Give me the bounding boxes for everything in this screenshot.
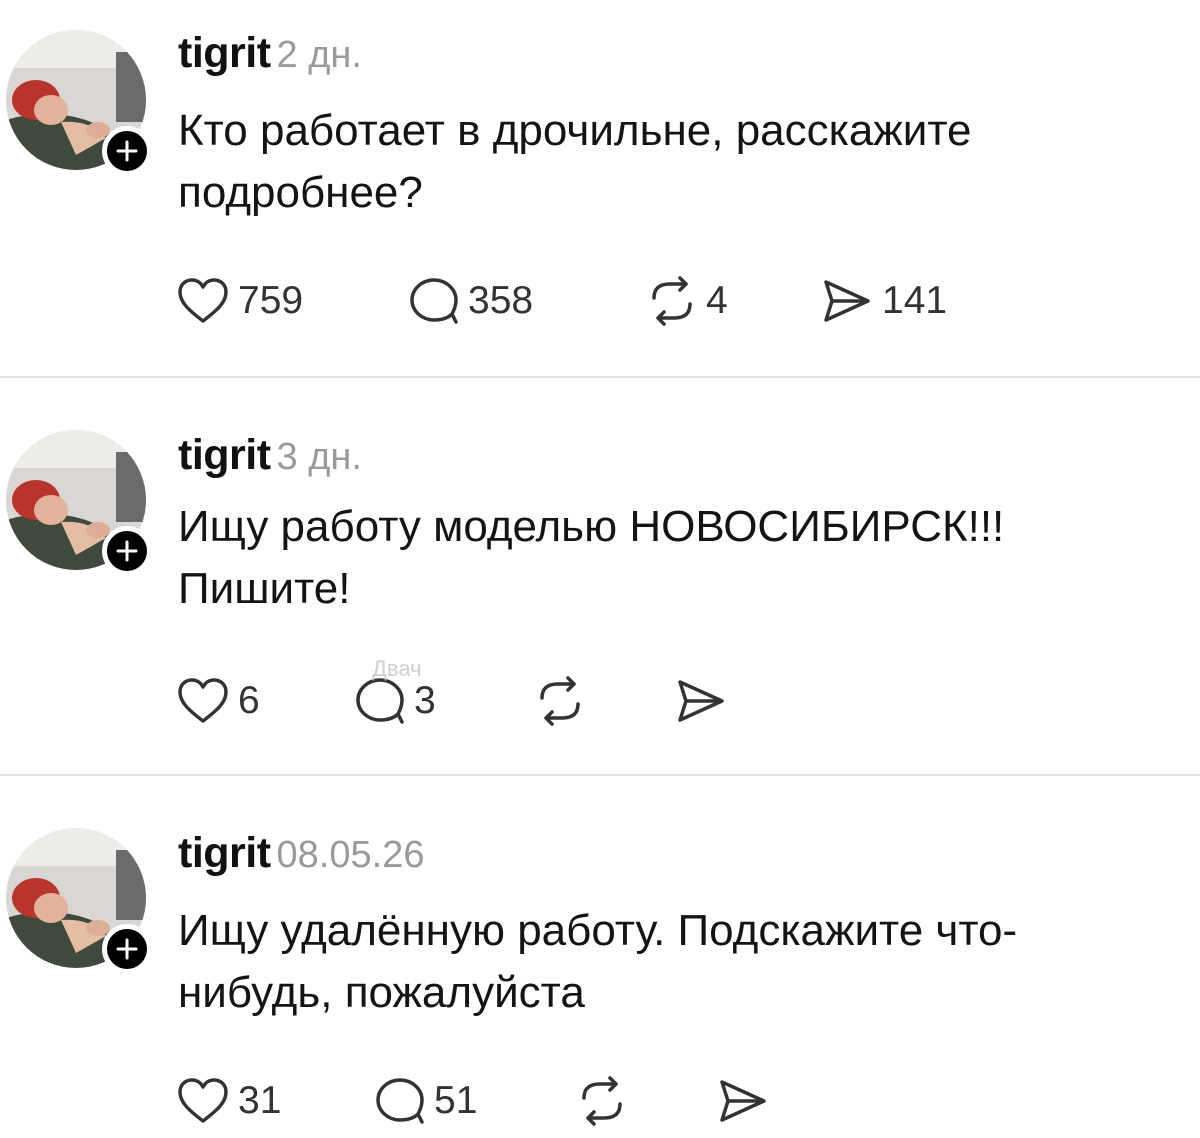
send-icon xyxy=(720,1080,766,1122)
like-button[interactable]: 759 xyxy=(176,276,303,326)
comment-count: 358 xyxy=(468,279,534,322)
send-icon xyxy=(824,280,870,322)
like-count: 31 xyxy=(238,1079,282,1122)
follow-button[interactable] xyxy=(102,126,152,176)
timestamp: 3 дн. xyxy=(276,436,362,478)
timestamp: 2 дн. xyxy=(276,34,362,76)
post-text: Кто работает в дрочильне, расскажите под… xyxy=(178,100,1168,224)
share-button[interactable]: 141 xyxy=(820,276,947,326)
comment-bubble-icon xyxy=(410,278,458,324)
like-button[interactable]: 6 xyxy=(176,676,260,726)
plus-icon xyxy=(116,938,138,960)
avatar-wrapper[interactable] xyxy=(6,30,152,176)
username-text[interactable]: tigrit xyxy=(178,431,271,479)
comment-button[interactable]: 358 xyxy=(408,276,533,326)
comment-bubble-icon xyxy=(376,1078,424,1124)
heart-icon xyxy=(178,678,228,723)
comment-button[interactable]: 51 xyxy=(374,1076,477,1126)
timestamp: 08.05.26 xyxy=(276,834,425,876)
post: tigrit 3 дн. Ищу работу моделью НОВОСИБИР… xyxy=(0,378,1200,774)
username[interactable]: tigrit 08.05.26 xyxy=(178,832,424,875)
repost-count: 4 xyxy=(706,279,728,322)
send-icon xyxy=(678,680,724,722)
share-count: 141 xyxy=(882,279,948,322)
heart-icon xyxy=(178,1078,228,1123)
repost-button[interactable] xyxy=(576,1076,636,1126)
repost-button[interactable]: 4 xyxy=(646,276,728,326)
comment-count: 51 xyxy=(434,1079,478,1122)
post-text-line: Ищу работу моделью НОВОСИБИРСК!!! xyxy=(178,502,1005,551)
username[interactable]: tigrit 2 дн. xyxy=(178,32,362,75)
follow-button[interactable] xyxy=(102,526,152,576)
comment-bubble-icon xyxy=(356,678,404,724)
username-text[interactable]: tigrit xyxy=(178,29,271,77)
like-count: 759 xyxy=(238,279,304,322)
repost-button[interactable] xyxy=(534,676,594,726)
comment-button[interactable]: 3 xyxy=(354,676,436,726)
plus-icon xyxy=(116,140,138,162)
post-text-line: Ищу удалённую работу. Подскажите что- xyxy=(178,906,1018,955)
comment-count: 3 xyxy=(414,679,436,722)
post-text-line: нибудь, пожалуйста xyxy=(178,968,585,1017)
follow-button[interactable] xyxy=(102,924,152,974)
watermark: Двач xyxy=(372,656,422,681)
avatar-wrapper[interactable] xyxy=(6,828,152,974)
username-text[interactable]: tigrit xyxy=(178,829,271,877)
repost-icon xyxy=(540,676,580,726)
like-button[interactable]: 31 xyxy=(176,1076,281,1126)
post-text: Ищу удалённую работу. Подскажите что- ни… xyxy=(178,900,1168,1024)
like-count: 6 xyxy=(238,679,260,722)
post-text-line: подробнее? xyxy=(178,168,423,217)
share-button[interactable] xyxy=(716,1076,778,1126)
repost-icon xyxy=(582,1076,622,1126)
post-text-line: Кто работает в дрочильне, расскажите xyxy=(178,106,972,155)
plus-icon xyxy=(116,540,138,562)
avatar-wrapper[interactable] xyxy=(6,430,152,576)
post: tigrit 2 дн. Кто работает в дрочильне, ра… xyxy=(0,0,1200,376)
post: tigrit 08.05.26 Ищу удалённую работу. Под… xyxy=(0,776,1200,1138)
heart-icon xyxy=(178,278,228,323)
post-text-line: Пишите! xyxy=(178,564,351,613)
post-text: Ищу работу моделью НОВОСИБИРСК!!! Пишите… xyxy=(178,496,1168,620)
share-button[interactable] xyxy=(674,676,736,726)
repost-icon xyxy=(652,276,692,326)
username[interactable]: tigrit 3 дн. xyxy=(178,434,362,477)
